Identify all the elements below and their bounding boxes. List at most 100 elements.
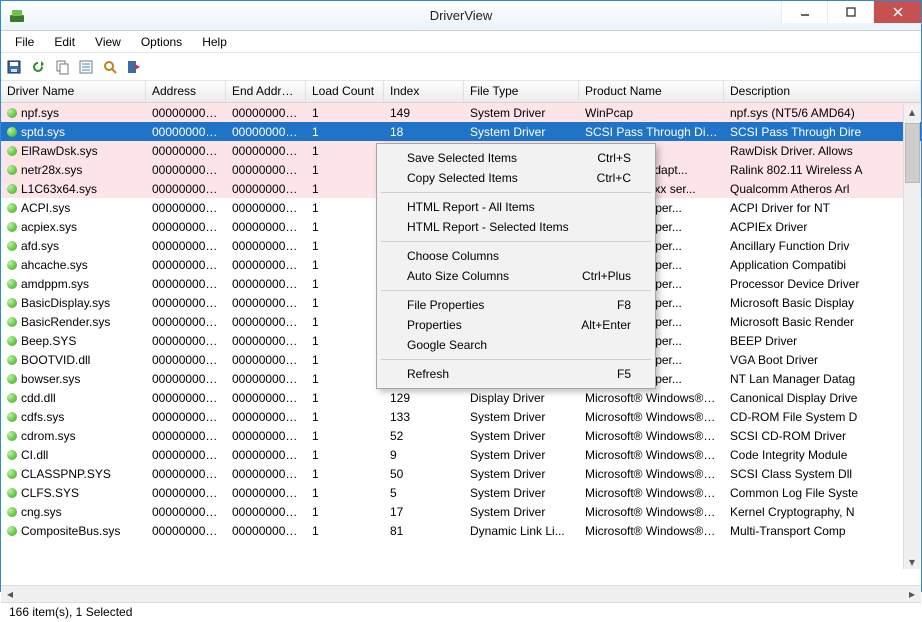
scroll-right-icon[interactable]: ▸ bbox=[905, 587, 919, 601]
cell-address: 00000000`0... bbox=[146, 314, 226, 330]
cell-address: 00000000`0... bbox=[146, 238, 226, 254]
maximize-button[interactable] bbox=[827, 1, 873, 23]
cell-address: 00000000`0... bbox=[146, 428, 226, 444]
col-index[interactable]: Index bbox=[384, 81, 464, 102]
cell-description: Microsoft Basic Display bbox=[724, 295, 921, 311]
table-row[interactable]: CompositeBus.sys00000000`0...00000000`0.… bbox=[1, 521, 921, 540]
context-menu-item[interactable]: Auto Size ColumnsCtrl+Plus bbox=[379, 266, 653, 286]
context-menu-item[interactable]: Save Selected ItemsCtrl+S bbox=[379, 148, 653, 168]
table-row[interactable]: sptd.sys00000000`0...00000000`0...118Sys… bbox=[1, 122, 921, 141]
menu-item-label: Save Selected Items bbox=[407, 151, 517, 165]
cell-end-address: 00000000`0... bbox=[226, 523, 306, 539]
context-menu-item[interactable]: HTML Report - Selected Items bbox=[379, 217, 653, 237]
context-menu-item[interactable]: HTML Report - All Items bbox=[379, 197, 653, 217]
table-row[interactable]: cdrom.sys00000000`0...00000000`0...152Sy… bbox=[1, 426, 921, 445]
driver-name: npf.sys bbox=[21, 106, 59, 120]
cell-description: Qualcomm Atheros Arl bbox=[724, 181, 921, 197]
cell-address: 00000000`0... bbox=[146, 485, 226, 501]
menu-view[interactable]: View bbox=[85, 33, 131, 51]
cell-address: 00000000`0... bbox=[146, 124, 226, 140]
cell-address: 00000000`0... bbox=[146, 162, 226, 178]
minimize-button[interactable] bbox=[781, 1, 827, 23]
driver-name: BasicDisplay.sys bbox=[21, 296, 110, 310]
cell-load-count: 1 bbox=[306, 466, 384, 482]
status-dot-icon bbox=[7, 507, 17, 517]
driver-name: netr28x.sys bbox=[21, 163, 82, 177]
refresh-icon[interactable] bbox=[29, 58, 47, 76]
driver-name: ahcache.sys bbox=[21, 258, 88, 272]
cell-index: 81 bbox=[384, 523, 464, 539]
scroll-down-icon[interactable]: ▾ bbox=[905, 555, 919, 569]
context-menu-item[interactable]: File PropertiesF8 bbox=[379, 295, 653, 315]
table-row[interactable]: CLFS.SYS00000000`0...00000000`0...15Syst… bbox=[1, 483, 921, 502]
save-icon[interactable] bbox=[5, 58, 23, 76]
col-file-type[interactable]: File Type bbox=[464, 81, 579, 102]
menu-item-label: Refresh bbox=[407, 367, 449, 381]
titlebar[interactable]: DriverView bbox=[1, 1, 921, 31]
table-row[interactable]: npf.sys00000000`0...00000000`0...1149Sys… bbox=[1, 103, 921, 122]
col-driver-name[interactable]: Driver Name bbox=[1, 81, 146, 102]
cell-end-address: 00000000`0... bbox=[226, 276, 306, 292]
table-row[interactable]: CLASSPNP.SYS00000000`0...00000000`0...15… bbox=[1, 464, 921, 483]
table-row[interactable]: cdfs.sys00000000`0...00000000`0...1133Sy… bbox=[1, 407, 921, 426]
exit-icon[interactable] bbox=[125, 58, 143, 76]
context-menu-item[interactable]: Copy Selected ItemsCtrl+C bbox=[379, 168, 653, 188]
table-row[interactable]: cdd.dll00000000`0...00000000`0...1129Dis… bbox=[1, 388, 921, 407]
cell-address: 00000000`0... bbox=[146, 466, 226, 482]
menu-item-shortcut: Ctrl+C bbox=[597, 171, 631, 185]
col-end-address[interactable]: End Address bbox=[226, 81, 306, 102]
cell-index: 129 bbox=[384, 390, 464, 406]
cell-file-type: System Driver bbox=[464, 409, 579, 425]
find-icon[interactable] bbox=[101, 58, 119, 76]
driver-name: cng.sys bbox=[21, 505, 62, 519]
menu-edit[interactable]: Edit bbox=[44, 33, 85, 51]
driver-name: ElRawDsk.sys bbox=[21, 144, 98, 158]
scroll-up-icon[interactable]: ▴ bbox=[905, 105, 919, 119]
driver-name: bowser.sys bbox=[21, 372, 80, 386]
horizontal-scrollbar[interactable]: ◂ ▸ bbox=[1, 585, 921, 602]
col-description[interactable]: Description bbox=[724, 81, 921, 102]
context-menu-item[interactable]: Choose Columns bbox=[379, 246, 653, 266]
cell-description: Application Compatibi bbox=[724, 257, 921, 273]
cell-load-count: 1 bbox=[306, 200, 384, 216]
cell-end-address: 00000000`0... bbox=[226, 447, 306, 463]
cell-description: SCSI Pass Through Dire bbox=[724, 124, 921, 140]
table-row[interactable]: CI.dll00000000`0...00000000`0...19System… bbox=[1, 445, 921, 464]
driver-name: afd.sys bbox=[21, 239, 59, 253]
menu-item-label: Google Search bbox=[407, 338, 487, 352]
status-dot-icon bbox=[7, 203, 17, 213]
status-bar: 166 item(s), 1 Selected bbox=[1, 602, 921, 622]
cell-load-count: 1 bbox=[306, 504, 384, 520]
cell-address: 00000000`0... bbox=[146, 219, 226, 235]
menu-file[interactable]: File bbox=[5, 33, 44, 51]
copy-icon[interactable] bbox=[53, 58, 71, 76]
toolbar bbox=[1, 53, 921, 81]
col-product-name[interactable]: Product Name bbox=[579, 81, 724, 102]
vertical-scrollbar[interactable]: ▴ ▾ bbox=[903, 105, 920, 569]
status-dot-icon bbox=[7, 108, 17, 118]
context-menu-item[interactable]: Google Search bbox=[379, 335, 653, 355]
col-load-count[interactable]: Load Count bbox=[306, 81, 384, 102]
cell-load-count: 1 bbox=[306, 162, 384, 178]
scroll-left-icon[interactable]: ◂ bbox=[3, 587, 17, 601]
cell-address: 00000000`0... bbox=[146, 504, 226, 520]
cell-file-type: System Driver bbox=[464, 466, 579, 482]
close-button[interactable] bbox=[873, 1, 921, 23]
column-headers: Driver Name Address End Address Load Cou… bbox=[1, 81, 921, 103]
col-address[interactable]: Address bbox=[146, 81, 226, 102]
context-menu-item[interactable]: PropertiesAlt+Enter bbox=[379, 315, 653, 335]
cell-address: 00000000`0... bbox=[146, 409, 226, 425]
cell-product-name: Microsoft® Windows® Oper... bbox=[579, 447, 724, 463]
cell-index: 18 bbox=[384, 124, 464, 140]
status-dot-icon bbox=[7, 184, 17, 194]
status-dot-icon bbox=[7, 241, 17, 251]
menu-options[interactable]: Options bbox=[131, 33, 192, 51]
menu-help[interactable]: Help bbox=[192, 33, 237, 51]
table-row[interactable]: cng.sys00000000`0...00000000`0...117Syst… bbox=[1, 502, 921, 521]
cell-description: Code Integrity Module bbox=[724, 447, 921, 463]
context-menu-item[interactable]: RefreshF5 bbox=[379, 364, 653, 384]
status-dot-icon bbox=[7, 222, 17, 232]
cell-address: 00000000`0... bbox=[146, 257, 226, 273]
scroll-thumb[interactable] bbox=[905, 123, 920, 183]
properties-icon[interactable] bbox=[77, 58, 95, 76]
